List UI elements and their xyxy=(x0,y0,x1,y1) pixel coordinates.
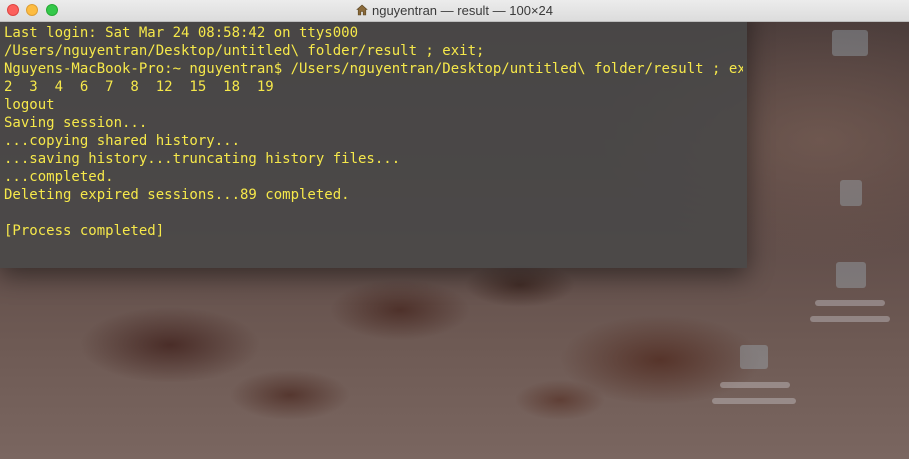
home-icon xyxy=(356,4,368,16)
desktop: nguyentran — result — 100×24 Last login:… xyxy=(0,0,909,459)
desktop-icon-label xyxy=(712,398,796,404)
desktop-icon[interactable] xyxy=(740,345,768,369)
desktop-icon-label xyxy=(720,382,790,388)
terminal-line: Last login: Sat Mar 24 08:58:42 on ttys0… xyxy=(4,25,359,41)
desktop-icon-label xyxy=(810,316,890,322)
terminal-line: ...copying shared history... xyxy=(4,133,241,149)
terminal-line: 2 3 4 6 7 8 12 15 18 19 xyxy=(4,79,274,95)
desktop-icon[interactable] xyxy=(832,30,868,56)
terminal-line: Nguyens-MacBook-Pro:~ nguyentran$ /Users… xyxy=(4,61,743,77)
desktop-icon-label xyxy=(815,300,885,306)
terminal-line: logout xyxy=(4,97,55,113)
terminal-window[interactable]: nguyentran — result — 100×24 Last login:… xyxy=(0,0,909,268)
terminal-line: /Users/nguyentran/Desktop/untitled\ fold… xyxy=(4,43,485,59)
terminal-line: ...saving history...truncating history f… xyxy=(4,151,401,167)
terminal-line: Deleting expired sessions...89 completed… xyxy=(4,187,350,203)
window-title: nguyentran — result — 100×24 xyxy=(0,0,909,21)
desktop-icon[interactable] xyxy=(840,180,862,206)
terminal-line: [Process completed] xyxy=(4,223,165,239)
title-bar[interactable]: nguyentran — result — 100×24 xyxy=(0,0,909,22)
desktop-icon[interactable] xyxy=(836,262,866,288)
terminal-line: ...completed. xyxy=(4,169,114,185)
terminal-output[interactable]: Last login: Sat Mar 24 08:58:42 on ttys0… xyxy=(0,22,747,268)
window-title-text: nguyentran — result — 100×24 xyxy=(371,3,554,18)
terminal-line: Saving session... xyxy=(4,115,148,131)
